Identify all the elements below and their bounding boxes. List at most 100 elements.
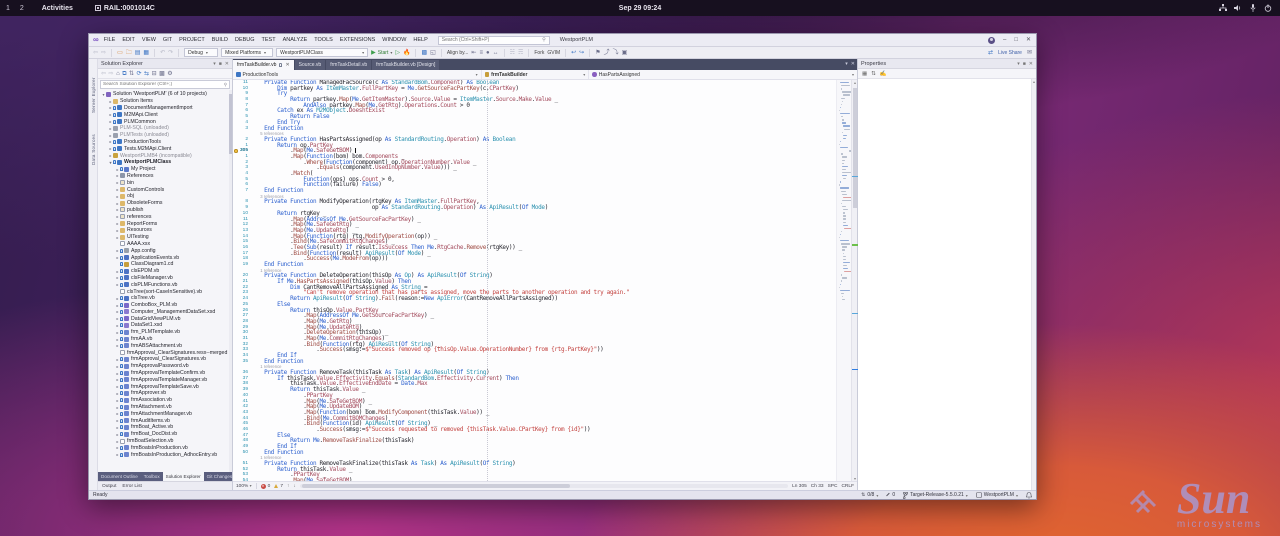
home-icon[interactable]: ⌂ — [116, 70, 120, 78]
undo-icon[interactable]: ↶ — [160, 49, 165, 57]
show-all-files-icon[interactable]: ▩ — [159, 70, 165, 78]
menu-tools[interactable]: TOOLS — [314, 37, 333, 43]
startup-project-dropdown[interactable]: WestportPLMClass▾ — [276, 48, 368, 57]
prev-bookmark-icon[interactable]: ⤴ — [604, 49, 610, 57]
menu-extensions[interactable]: EXTENSIONS — [340, 37, 375, 43]
explorer-back-icon[interactable]: ⇦ — [101, 70, 106, 78]
breadcrumb-class[interactable]: frmTaskBuilder▾ — [482, 70, 590, 79]
tree-item[interactable]: ▸Tests.M2MApi.Client — [98, 145, 232, 152]
search-input[interactable] — [442, 37, 540, 43]
tree-item[interactable]: ▸frmBoatSelection.vb — [98, 438, 232, 445]
new-window-icon[interactable]: ◱ — [430, 49, 436, 57]
tree-item[interactable]: clsTree(sort-CaseInSensitive).vb — [98, 288, 232, 295]
tool-tab-output[interactable]: Output — [102, 484, 116, 489]
align-by-button[interactable]: Align by... — [447, 50, 469, 56]
menu-window[interactable]: WINDOW — [382, 37, 406, 43]
menu-test[interactable]: TEST — [262, 37, 276, 43]
tree-item[interactable]: ClassDiagram1.cd — [98, 261, 232, 268]
tree-item[interactable]: ▸frm_PLMTemplate.vb — [98, 329, 232, 336]
panel-pin-icon[interactable]: ■ — [1023, 61, 1026, 67]
power-icon[interactable] — [1264, 4, 1272, 12]
tree-item[interactable]: ▸References — [98, 173, 232, 180]
sync-active-document-icon[interactable]: ⇆ — [144, 70, 149, 78]
code-line[interactable]: .Map(Me.SafeGetBOM) _ — [251, 478, 836, 481]
tool-tab-toolbox[interactable]: Toolbox — [141, 472, 163, 481]
tree-item[interactable]: ▾Solution 'WestportPLM' (6 of 10 project… — [98, 91, 232, 98]
focused-window-label[interactable]: RAIL:0001014C — [95, 5, 155, 12]
tree-item[interactable]: ▸clsEPDM.vb — [98, 268, 232, 275]
tab-list-chevron-icon[interactable]: ▾ — [845, 61, 848, 67]
tree-item[interactable]: ▸App.config — [98, 247, 232, 254]
next-bookmark-icon[interactable]: ⤵ — [613, 49, 619, 57]
solution-explorer-search-input[interactable] — [103, 82, 224, 87]
menu-file[interactable]: FILE — [104, 37, 116, 43]
data-sources-vertical-tab[interactable]: Data Sources — [89, 119, 98, 167]
properties-page-icon[interactable]: ⚙ — [167, 70, 172, 78]
tree-item[interactable]: ▸frmBoat_DocDist.vb — [98, 431, 232, 438]
horizontal-scrollbar[interactable] — [300, 484, 788, 488]
alphabetical-icon[interactable]: ⇅ — [871, 71, 876, 77]
document-tab[interactable]: frmTaskBuilder.vb [Design] — [372, 60, 439, 70]
tree-item[interactable]: ▸frmBoatsInProduction.vb — [98, 444, 232, 451]
tool-tab-document-outline[interactable]: Document Outline — [98, 472, 141, 481]
tree-item[interactable]: ▸clsFileManager.vb — [98, 275, 232, 282]
tree-item[interactable]: ▸frmApprovalTemplateConfirm.vb — [98, 370, 232, 377]
start-debugging-button[interactable]: ▶Start▾ — [371, 49, 392, 57]
tree-item[interactable]: ▸frmAssociation.vb — [98, 397, 232, 404]
fork-tool-button[interactable]: Fork — [534, 50, 544, 56]
tree-item[interactable]: ▸frmApprover.vb — [98, 390, 232, 397]
switch-views-icon[interactable]: ⧉ — [122, 70, 126, 78]
save-all-icon[interactable]: ▦ — [143, 49, 149, 57]
activities-button[interactable]: Activities — [42, 5, 73, 12]
tree-item[interactable]: ▸CustomControls — [98, 186, 232, 193]
menu-view[interactable]: VIEW — [142, 37, 156, 43]
menu-debug[interactable]: DEBUG — [235, 37, 255, 43]
tree-item[interactable]: AAAA.xsx — [98, 241, 232, 248]
tree-item[interactable]: ▸M2MApi.Client — [98, 111, 232, 118]
tree-item[interactable]: ▸ObsoleteForms — [98, 200, 232, 207]
network-icon[interactable] — [1219, 4, 1227, 12]
zoom-level-dropdown[interactable]: 100% ▾ — [236, 483, 252, 489]
menu-git[interactable]: GIT — [163, 37, 172, 43]
line-indicator[interactable]: Ln 305 — [792, 484, 807, 489]
start-without-debugging-icon[interactable]: ▷ — [395, 49, 400, 57]
prev-issue-icon[interactable]: ↑ — [287, 484, 289, 489]
tool-tab-git-changes[interactable]: Git Changes — [204, 472, 236, 481]
navigate-forward-icon[interactable]: ⇨ — [101, 49, 106, 57]
save-icon[interactable]: ▤ — [135, 49, 141, 57]
tree-item[interactable]: ▸frmBoatsInProduction_AdhocEntry.vb — [98, 451, 232, 458]
column-indicator[interactable]: Ch 33 — [811, 484, 824, 489]
tab-close-icon[interactable]: ✕ — [851, 61, 855, 67]
panel-chevron-icon[interactable]: ▾ — [1017, 61, 1020, 67]
new-project-icon[interactable]: ▭ — [117, 49, 123, 57]
tree-item[interactable]: ▸frmAttachmentManager.vb — [98, 410, 232, 417]
tree-item[interactable]: ▸frmABSAttachment.vb — [98, 342, 232, 349]
tree-item[interactable]: ▸Solution Items — [98, 98, 232, 105]
tree-item[interactable]: ▸Computer_ManagementDataSet.xsd — [98, 309, 232, 316]
quick-actions-lightbulb-icon[interactable] — [234, 149, 238, 153]
panel-close-icon[interactable]: ✕ — [1029, 61, 1033, 67]
menu-build[interactable]: BUILD — [212, 37, 228, 43]
account-avatar[interactable] — [988, 37, 995, 44]
tree-item[interactable]: ▸PLMCommon — [98, 118, 232, 125]
panel-chevron-icon[interactable]: ▾ — [213, 61, 216, 67]
tree-item[interactable]: ▸frmBoat_Active.vb — [98, 424, 232, 431]
tree-item[interactable]: ▸DataGridViewPLM.vb — [98, 315, 232, 322]
configuration-dropdown[interactable]: Debug▾ — [184, 48, 218, 57]
redo-icon[interactable]: ↷ — [168, 49, 173, 57]
breadcrumb-project[interactable]: ProductionTools▾ — [233, 70, 482, 79]
close-tab-icon[interactable]: ✕ — [285, 62, 289, 68]
repository-button[interactable]: WestportPLM▾ — [976, 492, 1018, 498]
tree-item[interactable]: ▸ComboBox_PLM.vb — [98, 302, 232, 309]
solution-explorer-search-box[interactable]: ⚲ — [100, 80, 230, 89]
tree-item[interactable]: ▸clsTree.vb — [98, 295, 232, 302]
align-equals-icon[interactable]: ≡ — [479, 49, 483, 57]
tree-item[interactable]: ▸frmAA.vb — [98, 336, 232, 343]
tree-item[interactable]: ▸ReportForms — [98, 220, 232, 227]
menu-project[interactable]: PROJECT — [179, 37, 205, 43]
align-arrows-icon[interactable]: ↔ — [493, 49, 499, 57]
close-button[interactable]: ✕ — [1026, 37, 1031, 43]
bookmark-icon[interactable]: ⚑ — [595, 49, 600, 57]
navigate-backward-history-icon[interactable]: ↩ — [571, 49, 576, 57]
document-tab[interactable]: frmTaskDetail.vb — [326, 60, 371, 70]
